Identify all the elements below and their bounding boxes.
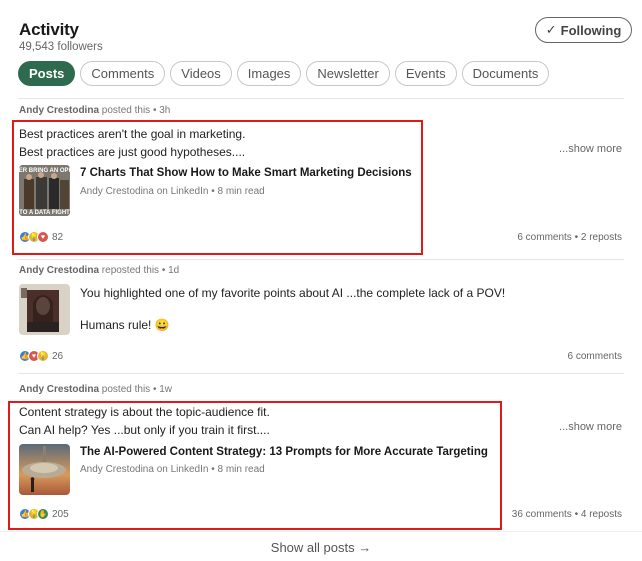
reaction-count: 26: [52, 350, 64, 362]
filter-events[interactable]: Events: [394, 61, 457, 86]
support-reaction-icon: ✋: [37, 508, 49, 520]
article-thumbnail[interactable]: ER BRING AN OPI TO A DATA FIGHT: [19, 165, 70, 216]
filter-documents[interactable]: Documents: [461, 61, 550, 86]
filter-posts[interactable]: Posts: [18, 61, 76, 86]
svg-text:ER BRING AN OPI: ER BRING AN OPI: [19, 168, 70, 174]
svg-text:TO A DATA FIGHT: TO A DATA FIGHT: [19, 210, 70, 216]
article-thumbnail[interactable]: [19, 444, 70, 495]
post-stats[interactable]: 6 comments: [568, 351, 622, 362]
divider: [18, 259, 624, 260]
post-meta: Andy Crestodina posted this • 1w: [19, 384, 173, 395]
post-author[interactable]: Andy Crestodina: [19, 265, 99, 276]
spaceship-image: [19, 444, 70, 495]
section-title: Activity: [19, 20, 79, 39]
post-text[interactable]: Content strategy is about the topic-audi…: [19, 403, 270, 439]
post-meta: Andy Crestodina posted this • 3h: [19, 105, 171, 116]
post-text[interactable]: You highlighted one of my favorite point…: [80, 284, 505, 334]
filter-comments[interactable]: Comments: [80, 61, 166, 86]
post-time: 1w: [159, 384, 173, 395]
reactions-summary[interactable]: 👍 💡 ♥ 82: [19, 231, 63, 243]
show-more-link[interactable]: ...show more: [559, 143, 622, 155]
check-icon: ✓: [545, 22, 557, 37]
post-stats[interactable]: 6 comments • 2 reposts: [517, 232, 622, 243]
post-thumbnail[interactable]: [19, 284, 70, 335]
article-title[interactable]: 7 Charts That Show How to Make Smart Mar…: [80, 167, 412, 179]
portrait-image: [19, 284, 70, 335]
gangster-meme-image: ER BRING AN OPI TO A DATA FIGHT: [19, 165, 70, 216]
divider: [18, 98, 624, 99]
insightful-reaction-icon: 💡: [37, 350, 49, 362]
divider: [18, 373, 624, 374]
filter-newsletter[interactable]: Newsletter: [306, 61, 390, 86]
following-button[interactable]: ✓ Following: [535, 17, 632, 43]
post-author[interactable]: Andy Crestodina: [19, 384, 99, 395]
post-author[interactable]: Andy Crestodina: [19, 105, 99, 116]
post-text[interactable]: Best practices aren't the goal in market…: [19, 125, 245, 161]
article-subtitle: Andy Crestodina on LinkedIn • 8 min read: [80, 186, 265, 197]
reactions-summary[interactable]: 👍 💡 ✋ 205: [19, 508, 69, 520]
show-all-posts-link[interactable]: Show all posts →: [0, 540, 642, 555]
following-label: Following: [560, 22, 622, 38]
show-more-link[interactable]: ...show more: [559, 421, 622, 433]
post-meta: Andy Crestodina reposted this • 1d: [19, 265, 180, 276]
love-reaction-icon: ♥: [37, 231, 49, 243]
article-title[interactable]: The AI-Powered Content Strategy: 13 Prom…: [80, 446, 488, 458]
reaction-count: 205: [52, 508, 69, 520]
reaction-count: 82: [52, 231, 64, 243]
post-time: 1d: [168, 265, 180, 276]
divider: [0, 531, 642, 532]
activity-filter-tabs: Posts Comments Videos Images Newsletter …: [18, 61, 550, 86]
filter-images[interactable]: Images: [236, 61, 302, 86]
post-stats[interactable]: 36 comments • 4 reposts: [512, 509, 622, 520]
followers-count: 49,543 followers: [19, 41, 103, 53]
post-time: 3h: [159, 105, 171, 116]
reactions-summary[interactable]: 👍 ♥ 💡 26: [19, 350, 63, 362]
filter-videos[interactable]: Videos: [170, 61, 232, 86]
article-subtitle: Andy Crestodina on LinkedIn • 8 min read: [80, 464, 265, 475]
